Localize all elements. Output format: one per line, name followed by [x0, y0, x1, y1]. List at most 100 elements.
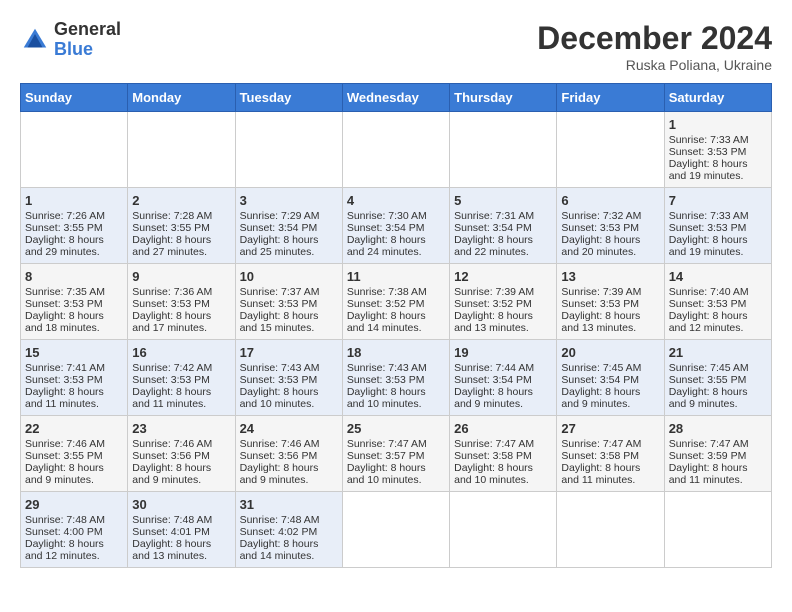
day-number: 24	[240, 421, 338, 436]
day-number: 17	[240, 345, 338, 360]
sunset-text: Sunset: 3:54 PM	[454, 222, 532, 234]
week-row-6: 29Sunrise: 7:48 AMSunset: 4:00 PMDayligh…	[21, 492, 772, 568]
day-number: 2	[132, 193, 230, 208]
calendar-cell: 7Sunrise: 7:33 AMSunset: 3:53 PMDaylight…	[664, 188, 771, 264]
day-number: 13	[561, 269, 659, 284]
daylight-text: Daylight: 8 hours and 24 minutes.	[347, 234, 426, 258]
sunrise-text: Sunrise: 7:41 AM	[25, 362, 105, 374]
sunset-text: Sunset: 3:53 PM	[25, 298, 103, 310]
sunset-text: Sunset: 3:53 PM	[669, 298, 747, 310]
week-row-3: 8Sunrise: 7:35 AMSunset: 3:53 PMDaylight…	[21, 264, 772, 340]
calendar-cell: 9Sunrise: 7:36 AMSunset: 3:53 PMDaylight…	[128, 264, 235, 340]
sunset-text: Sunset: 3:54 PM	[561, 374, 639, 386]
sunrise-text: Sunrise: 7:26 AM	[25, 210, 105, 222]
calendar-cell: 23Sunrise: 7:46 AMSunset: 3:56 PMDayligh…	[128, 416, 235, 492]
sunset-text: Sunset: 3:55 PM	[669, 374, 747, 386]
sunrise-text: Sunrise: 7:43 AM	[347, 362, 427, 374]
sunset-text: Sunset: 3:53 PM	[669, 222, 747, 234]
daylight-text: Daylight: 8 hours and 9 minutes.	[240, 462, 319, 486]
sunset-text: Sunset: 3:53 PM	[561, 298, 639, 310]
logo-text: General Blue	[54, 20, 121, 60]
calendar-cell: 14Sunrise: 7:40 AMSunset: 3:53 PMDayligh…	[664, 264, 771, 340]
daylight-text: Daylight: 8 hours and 9 minutes.	[454, 386, 533, 410]
calendar-cell	[235, 112, 342, 188]
calendar-cell: 8 Sunrise: 7:35 AMSunset: 3:53 PMDaylight…	[21, 264, 128, 340]
calendar-cell: 26Sunrise: 7:47 AMSunset: 3:58 PMDayligh…	[450, 416, 557, 492]
calendar-cell: 24Sunrise: 7:46 AMSunset: 3:56 PMDayligh…	[235, 416, 342, 492]
week-row-1: 1Sunrise: 7:33 AMSunset: 3:53 PMDaylight…	[21, 112, 772, 188]
sunrise-text: Sunrise: 7:45 AM	[669, 362, 749, 374]
sunrise-text: Sunrise: 7:47 AM	[347, 438, 427, 450]
sunset-text: Sunset: 3:56 PM	[240, 450, 318, 462]
week-row-4: 15Sunrise: 7:41 AMSunset: 3:53 PMDayligh…	[21, 340, 772, 416]
logo-blue: Blue	[54, 40, 121, 60]
daylight-text: Daylight: 8 hours and 9 minutes.	[669, 386, 748, 410]
day-number: 26	[454, 421, 552, 436]
sunrise-text: Sunrise: 7:38 AM	[347, 286, 427, 298]
calendar-cell	[557, 112, 664, 188]
calendar-cell: 11Sunrise: 7:38 AMSunset: 3:52 PMDayligh…	[342, 264, 449, 340]
sunset-text: Sunset: 3:59 PM	[669, 450, 747, 462]
day-header-friday: Friday	[557, 84, 664, 112]
calendar-cell	[450, 112, 557, 188]
day-number: 4	[347, 193, 445, 208]
day-header-thursday: Thursday	[450, 84, 557, 112]
daylight-text: Daylight: 8 hours and 20 minutes.	[561, 234, 640, 258]
day-number: 8	[25, 269, 123, 284]
day-number: 19	[454, 345, 552, 360]
calendar-cell: 17Sunrise: 7:43 AMSunset: 3:53 PMDayligh…	[235, 340, 342, 416]
sunrise-text: Sunrise: 7:45 AM	[561, 362, 641, 374]
logo: General Blue	[20, 20, 121, 60]
calendar-cell: 6Sunrise: 7:32 AMSunset: 3:53 PMDaylight…	[557, 188, 664, 264]
day-number: 12	[454, 269, 552, 284]
sunrise-text: Sunrise: 7:33 AM	[669, 210, 749, 222]
calendar-cell	[128, 112, 235, 188]
page-header: General Blue December 2024 Ruska Poliana…	[20, 20, 772, 73]
day-number: 9	[132, 269, 230, 284]
calendar-cell: 10Sunrise: 7:37 AMSunset: 3:53 PMDayligh…	[235, 264, 342, 340]
daylight-text: Daylight: 8 hours and 11 minutes.	[25, 386, 104, 410]
day-number: 20	[561, 345, 659, 360]
calendar-cell	[342, 112, 449, 188]
daylight-text: Daylight: 8 hours and 9 minutes.	[561, 386, 640, 410]
calendar-cell: 16Sunrise: 7:42 AMSunset: 3:53 PMDayligh…	[128, 340, 235, 416]
calendar-cell: 1Sunrise: 7:26 AMSunset: 3:55 PMDaylight…	[21, 188, 128, 264]
calendar-cell: 21 Sunrise: 7:45 AMSunset: 3:55 PMDayligh…	[664, 340, 771, 416]
daylight-text: Daylight: 8 hours and 11 minutes.	[669, 462, 748, 486]
sunrise-text: Sunrise: 7:48 AM	[25, 514, 105, 526]
sunrise-text: Sunrise: 7:47 AM	[561, 438, 641, 450]
sunrise-text: Sunrise: 7:31 AM	[454, 210, 534, 222]
logo-icon	[20, 25, 50, 55]
sunrise-text: Sunrise: 7:35 AM	[25, 286, 105, 298]
sunset-text: Sunset: 3:54 PM	[240, 222, 318, 234]
sunset-text: Sunset: 3:53 PM	[132, 298, 210, 310]
sunrise-text: Sunrise: 7:40 AM	[669, 286, 749, 298]
calendar-cell: 27Sunrise: 7:47 AMSunset: 3:58 PMDayligh…	[557, 416, 664, 492]
day-number: 3	[240, 193, 338, 208]
sunrise-text: Sunrise: 7:48 AM	[240, 514, 320, 526]
sunset-text: Sunset: 4:00 PM	[25, 526, 103, 538]
day-number: 25	[347, 421, 445, 436]
daylight-text: Daylight: 8 hours and 10 minutes.	[240, 386, 319, 410]
sunset-text: Sunset: 3:53 PM	[240, 374, 318, 386]
day-number: 22	[25, 421, 123, 436]
daylight-text: Daylight: 8 hours and 10 minutes.	[454, 462, 533, 486]
day-number: 21	[669, 345, 767, 360]
day-number: 30	[132, 497, 230, 512]
calendar-cell: 31Sunrise: 7:48 AMSunset: 4:02 PMDayligh…	[235, 492, 342, 568]
day-header-wednesday: Wednesday	[342, 84, 449, 112]
calendar-cell: 15Sunrise: 7:41 AMSunset: 3:53 PMDayligh…	[21, 340, 128, 416]
calendar-cell: 1Sunrise: 7:33 AMSunset: 3:53 PMDaylight…	[664, 112, 771, 188]
sunset-text: Sunset: 3:56 PM	[132, 450, 210, 462]
calendar-cell	[664, 492, 771, 568]
daylight-text: Daylight: 8 hours and 25 minutes.	[240, 234, 319, 258]
location: Ruska Poliana, Ukraine	[537, 57, 772, 73]
day-number: 1	[25, 193, 123, 208]
daylight-text: Daylight: 8 hours and 10 minutes.	[347, 462, 426, 486]
daylight-text: Daylight: 8 hours and 29 minutes.	[25, 234, 104, 258]
calendar-cell: 2Sunrise: 7:28 AMSunset: 3:55 PMDaylight…	[128, 188, 235, 264]
daylight-text: Daylight: 8 hours and 18 minutes.	[25, 310, 104, 334]
daylight-text: Daylight: 8 hours and 15 minutes.	[240, 310, 319, 334]
daylight-text: Daylight: 8 hours and 19 minutes.	[669, 158, 748, 182]
daylight-text: Daylight: 8 hours and 12 minutes.	[669, 310, 748, 334]
